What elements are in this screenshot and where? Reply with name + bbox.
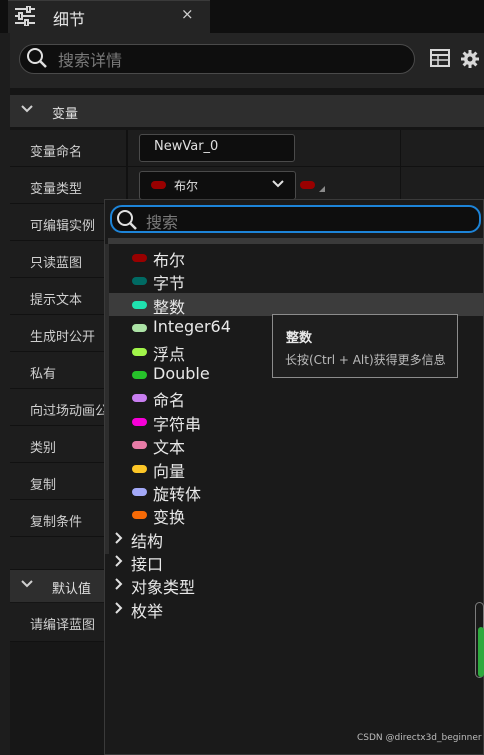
variable-category-header[interactable] [10,95,484,127]
type-color-pill [132,464,147,473]
tooltip [272,314,458,378]
type-group-label: 对象类型 [131,578,196,598]
tooltip-title: 整数 [286,331,313,346]
watermark: CSDN @directx3d_beginner [357,733,482,743]
tab-title: 细节 [53,10,86,29]
type-color-pill [132,347,147,356]
type-color-pill [132,254,147,262]
type-option[interactable]: 布尔 [109,246,484,270]
type-color-pill [151,181,166,189]
type-color-pill [132,417,147,426]
type-search-placeholder: 搜索 [146,213,179,232]
property-label: 可编辑实例 [30,219,96,234]
type-option-label: 布尔 [153,251,186,270]
type-option-label: 整数 [153,297,186,317]
type-option-label: 旋转体 [153,484,202,504]
chevron-down-icon [21,105,33,113]
container-dropdown-arrow-icon[interactable] [319,186,325,192]
search-icon [117,210,137,230]
type-option[interactable]: 文本 [109,433,484,458]
type-option[interactable]: 字符串 [109,410,484,434]
type-option[interactable]: 变换 [109,503,484,528]
type-group-label: 接口 [131,555,164,575]
type-option[interactable]: 字节 [109,269,484,294]
type-option-label: Double [153,363,210,383]
type-color-pill [132,441,147,450]
type-group[interactable]: 接口 [109,550,484,575]
tooltip-hint: 长按(Ctrl + Alt)获得更多信息 [285,353,446,367]
type-group-label: 结构 [131,531,164,551]
type-option-label: 变换 [153,508,186,528]
type-list: 布尔 字节 整数 Integer64 浮点 Double 命名 字符串 文本 向量 旋转体 变换 结构接… [109,246,484,621]
type-color-pill [132,300,147,309]
chevron-down-icon [272,180,284,188]
type-group[interactable]: 枚举 [109,597,484,621]
sliders-icon [15,6,35,26]
type-option[interactable]: 命名 [109,386,484,411]
separator [108,238,484,244]
property-label: 类别 [30,441,57,456]
property-label: 私有 [30,367,57,382]
property-label: 变量类型 [30,182,83,197]
property-label: 向过场动画公 [30,404,109,419]
type-color-pill [132,394,147,403]
table-icon[interactable] [430,49,450,67]
variable-name-value: NewVar_0 [154,139,219,154]
search-icon [27,48,47,68]
type-group-label: 枚举 [131,601,164,621]
type-option-label: 字符串 [153,414,202,434]
left-gutter [0,33,10,755]
chevron-right-icon [115,555,123,567]
type-color-pill [132,511,147,520]
search-placeholder: 搜索详情 [58,51,123,70]
property-label: 只读蓝图 [30,256,83,271]
container-type-pill[interactable] [300,181,315,189]
property-label: 生成时公开 [30,330,96,345]
type-option-label: 字节 [153,274,186,294]
property-label: 复制 [30,478,57,493]
variable-type-value: 布尔 [174,179,199,193]
gear-icon[interactable] [460,49,480,69]
type-option[interactable]: 旋转体 [109,480,484,504]
chevron-right-icon [115,602,123,614]
type-option-label: 浮点 [153,344,186,364]
type-group[interactable]: 结构 [109,527,484,551]
variable-category-label: 变量 [52,107,79,122]
tab-close-button[interactable]: × [181,5,194,23]
type-group[interactable]: 对象类型 [109,573,484,598]
type-color-pill [132,277,147,286]
property-label: 变量命名 [30,145,83,160]
chevron-right-icon [115,531,123,544]
type-color-pill [132,324,147,333]
scrollbar-thumb[interactable] [478,627,484,677]
chevron-down-icon [21,580,33,588]
compile-blueprint-label: 请编译蓝图 [30,618,96,633]
type-option-label: 向量 [153,461,186,481]
type-option[interactable]: 整数 [109,292,484,317]
type-option-label: Integer64 [153,317,231,337]
details-tab[interactable] [8,0,210,34]
property-label: 提示文本 [30,293,83,308]
type-option[interactable]: 向量 [109,457,484,481]
property-label: 复制条件 [30,515,83,530]
chevron-right-icon [115,578,123,591]
type-option-label: 命名 [153,391,186,411]
type-option-label: 文本 [153,438,186,458]
default-value-category-label: 默认值 [52,582,92,597]
type-color-pill [132,370,147,379]
type-color-pill [132,487,147,496]
